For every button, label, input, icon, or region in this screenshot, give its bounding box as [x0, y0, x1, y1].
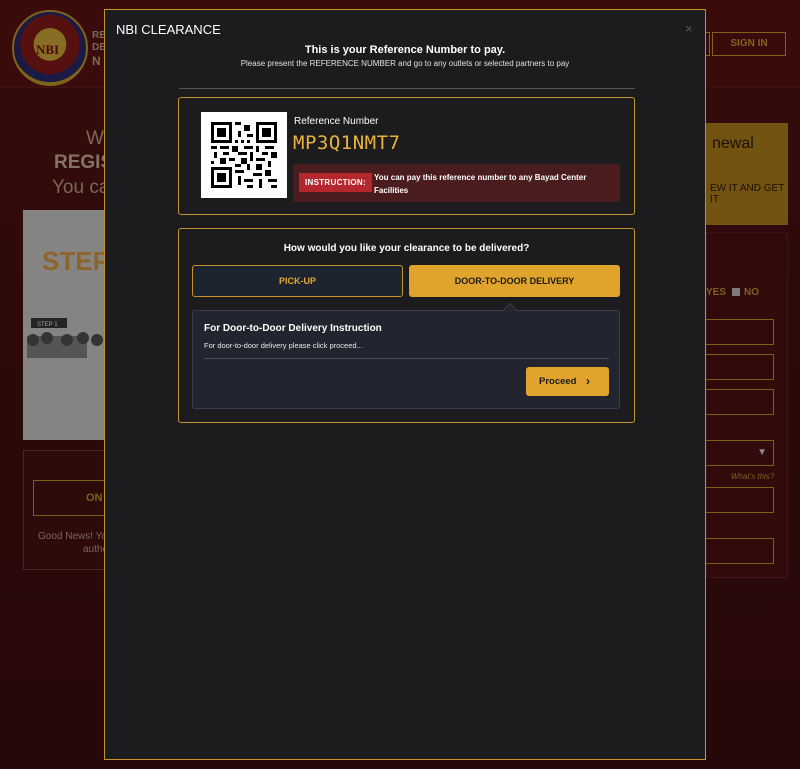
qr-code-icon — [211, 122, 277, 188]
instruction-bar: INSTRUCTION: You can pay this reference … — [293, 164, 620, 202]
divider — [204, 358, 609, 359]
divider — [179, 88, 635, 89]
reference-number-label: Reference Number — [294, 116, 379, 127]
close-icon[interactable]: × — [685, 21, 693, 36]
delivery-instruction-panel: For Door-to-Door Delivery Instruction Fo… — [192, 310, 620, 409]
instruction-badge: INSTRUCTION: — [299, 173, 372, 192]
pick-up-button[interactable]: PICK-UP — [192, 265, 403, 297]
qr-code — [201, 112, 287, 198]
reference-number: MP3Q1NMT7 — [293, 132, 401, 154]
panel-text: For door-to-door delivery please click p… — [204, 341, 363, 350]
panel-title: For Door-to-Door Delivery Instruction — [204, 323, 382, 334]
delivery-options-box: How would you like your clearance to be … — [178, 228, 635, 423]
instruction-text: You can pay this reference number to any… — [374, 173, 587, 195]
door-to-door-delivery-button[interactable]: DOOR-TO-DOOR DELIVERY — [409, 265, 620, 297]
reference-heading: This is your Reference Number to pay. — [304, 44, 506, 56]
chevron-right-icon: › — [586, 374, 590, 388]
delivery-question: How would you like your clearance to be … — [283, 243, 530, 254]
proceed-button[interactable]: Proceed › — [526, 367, 609, 396]
reference-subheading: Please present the REFERENCE NUMBER and … — [240, 59, 570, 68]
nbi-clearance-modal: NBI CLEARANCE × This is your Reference N… — [104, 9, 706, 760]
proceed-label: Proceed — [539, 376, 577, 387]
reference-box: Reference Number MP3Q1NMT7 INSTRUCTION: … — [178, 97, 635, 215]
modal-title: NBI CLEARANCE — [116, 22, 221, 37]
